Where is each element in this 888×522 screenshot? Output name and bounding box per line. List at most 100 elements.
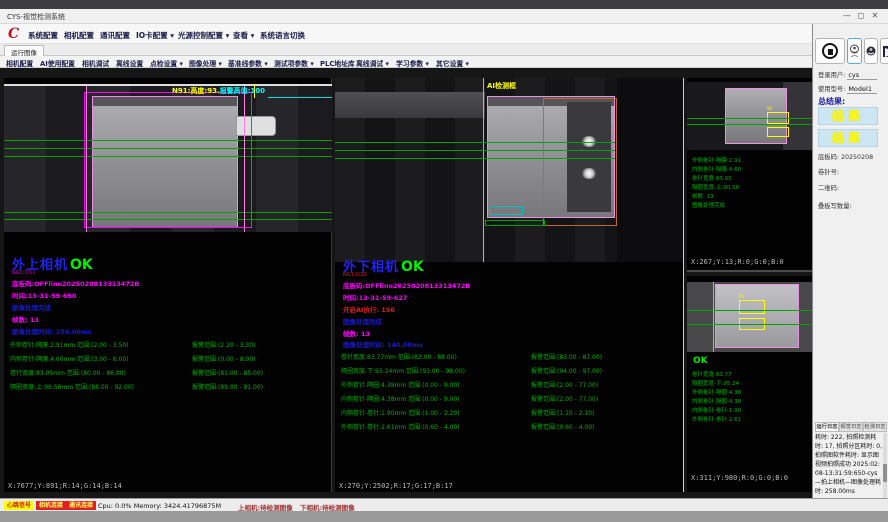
board-code-label: 底板码: — [818, 154, 839, 161]
app-window: CYS-视觉检测系统 —◻✕ C 系统配置 相机配置 通讯配置 IO卡配置 ▾ … — [0, 0, 888, 522]
toolbar-test-params[interactable]: 测试项参数 ▾ — [274, 58, 314, 68]
log-tab-detect[interactable]: 检测日志 — [863, 422, 887, 432]
user-dark-button[interactable] — [864, 38, 878, 64]
measurement-alarm: 报警范围:(0.60 - 4.00) — [531, 422, 594, 431]
toolbar-spot-check[interactable]: 点检设置 ▾ — [150, 58, 183, 68]
toolbar-image-process[interactable]: 图像处理 ▾ — [189, 58, 222, 68]
menu-light-config[interactable]: 光源控制配置 ▾ — [178, 30, 229, 41]
tab-run-image[interactable]: 运行图像 — [4, 45, 44, 56]
reference-line — [4, 140, 332, 141]
frame-count-line: 帧数: 13 — [343, 328, 370, 338]
close-button[interactable]: ✕ — [868, 11, 882, 20]
result-box-lower: 结果 — [818, 129, 878, 147]
maximize-button[interactable]: ◻ — [854, 11, 868, 20]
window-top-edge — [0, 0, 888, 9]
result-line: 卷针宽度:83.05 — [692, 174, 732, 182]
exit-door-icon — [882, 45, 888, 58]
camera-image-inner-lower[interactable]: 95 — [687, 282, 812, 352]
menu-comm-config[interactable]: 通讯配置 — [100, 30, 130, 41]
board-code-line: 底板码:OFFline2025020813313472B — [343, 280, 470, 290]
pink-guide-line — [483, 78, 484, 262]
result-line: 卷针宽度:83.77 — [692, 370, 732, 378]
comm-connect-badge: 通讯连接 — [66, 501, 96, 510]
toolbar-baseline-params[interactable]: 基准线参数 ▾ — [228, 58, 268, 68]
detection-box-label: 93 — [767, 106, 772, 111]
menu-io-config[interactable]: IO卡配置 ▾ — [136, 30, 174, 41]
camera-panel-inner-lower: 95 OK 卷针宽度:83.77 隔圈宽度-下:95.24 外侧卷针-隔圈:4.… — [687, 276, 812, 492]
status-bar: 心跳信号 相机连接 通讯连接 Cpu: 0.0% Memory: 3424.41… — [0, 498, 888, 511]
measurement-value: 内侧卷针-卷针:1.90mm 范围:(1.00 - 2.20) — [341, 408, 460, 417]
log-tab-vision[interactable]: 视觉日志 — [839, 422, 863, 432]
menu-view[interactable]: 查看 ▾ — [233, 30, 254, 41]
board-code-line: 底板码:OFFline2025020813313472B — [12, 278, 139, 288]
stack-count-label: 叠板写数量: — [818, 203, 852, 210]
process-done-line: 图像处理完成 — [343, 316, 382, 326]
orange-detection-box — [543, 98, 617, 226]
measurement-value: 隔圈宽度-下:95.24mm 范围:(93.00 - 98.00) — [341, 366, 465, 375]
pause-button[interactable] — [815, 38, 845, 64]
measurement-alarm: 报警范围:(89.00 - 91.00) — [192, 382, 263, 391]
pin-number-label: 卷针号: — [818, 169, 839, 176]
toolbar-camera-debug[interactable]: 相机调试 — [82, 58, 109, 68]
log-tab-strip: 运行日志 视觉日志 检测日志 — [815, 422, 887, 432]
measurement-value: 卷针宽度:83.05mm 范围:(80.00 - 86.00) — [10, 368, 126, 377]
toolbar-plc-address[interactable]: PLC地址库 — [320, 58, 355, 68]
reference-line — [687, 324, 812, 325]
result-line: 内侧卷针-隔膜:4.60 — [692, 165, 741, 173]
total-result-label: 总结果: — [818, 96, 845, 107]
window-title: CYS-视觉检测系统 — [7, 12, 65, 22]
user-dark-icon — [866, 45, 876, 57]
camera-image-inner-upper[interactable]: 93 — [687, 82, 812, 150]
toolbar-offline-setting[interactable]: 离线设置 — [116, 58, 143, 68]
user-select-button[interactable] — [847, 38, 862, 64]
menu-language-switch[interactable]: 系统语言切换 — [260, 30, 305, 41]
reference-line — [335, 158, 615, 159]
measurement-value: 隔圈宽度-上:90.56mm 范围:(88.00 - 92.00) — [10, 382, 134, 391]
pink-guide-line — [244, 86, 245, 232]
measurement-alarm: 报警范围:(2.00 - 77.00) — [531, 394, 598, 403]
login-user-field[interactable]: cys — [847, 71, 877, 80]
pixel-coordinates-readout: X:311;Y:980;R:0;G:0;B:0 — [691, 474, 788, 482]
menu-system-config[interactable]: 系统配置 — [28, 30, 58, 41]
toolbar-camera-config[interactable]: 相机配置 — [6, 58, 33, 68]
model-row: 使用型号: Model1 — [818, 84, 877, 94]
measurement-alarm: 报警范围:(83.00 - 87.00) — [531, 352, 602, 361]
pixel-coordinates-readout: X:270;Y:2502;R:17;G:17;B:17 — [339, 482, 453, 490]
minimize-button[interactable]: — — [840, 11, 854, 20]
toolbar-offline-debug[interactable]: 离线调试 ▾ — [356, 58, 389, 68]
reference-line — [4, 219, 332, 220]
ai-exec-line: 开启AI执行: 156 — [343, 304, 395, 314]
result-line: 帧数: 13 — [692, 192, 714, 200]
menu-camera-config[interactable]: 相机配置 — [64, 30, 94, 41]
camera-image-outer-upper[interactable]: N91:高度:93.报警高值:100 — [4, 84, 332, 232]
ai-box-label: AI检测框 — [487, 81, 516, 91]
exit-button[interactable] — [880, 38, 888, 64]
log-tab-run[interactable]: 运行日志 — [815, 422, 839, 432]
model-field[interactable]: Model1 — [847, 85, 877, 94]
title-bar[interactable]: CYS-视觉检测系统 —◻✕ — [0, 9, 888, 24]
cyan-limit-line — [268, 97, 332, 98]
board-code-row: 底板码: 20250208 — [818, 152, 873, 161]
measurement-value: 外侧卷针-卷针:2.61mm 范围:(0.60 - 4.00) — [341, 422, 460, 431]
toolbar-learn-params[interactable]: 学习参数 ▾ — [396, 58, 429, 68]
pin-number-row: 卷针号: — [818, 167, 839, 176]
toolbar-ai-config[interactable]: AI使用配置 — [40, 58, 75, 68]
measurement-alarm: 报警范围:(1.10 - 2.10) — [531, 408, 594, 417]
reference-line — [687, 124, 812, 125]
toolbar-other-settings[interactable]: 其它设置 ▾ — [436, 58, 469, 68]
login-user-row: 登录用户: cys — [818, 70, 877, 80]
result-line: 外侧卷针-卷针:2.61 — [692, 415, 741, 423]
ok-status: OK — [693, 356, 708, 366]
measurement-value: 内侧卷针-隔膜:4.60mm 范围:(3.00 - 6.00) — [10, 354, 129, 363]
detection-box-label: 95 — [739, 294, 744, 299]
ng-count-line: NG1:0/11 — [12, 270, 36, 276]
toolbar: 相机配置 AI使用配置 相机调试 离线设置 点检设置 ▾ 图像处理 ▾ 基准线参… — [0, 56, 812, 68]
log-scrollbar-thumb[interactable] — [883, 464, 887, 482]
yellow-detection-box — [767, 127, 789, 137]
process-time-line: 图像处理时间: 256.00ms — [12, 326, 92, 336]
reference-line — [335, 142, 615, 143]
user-icon — [849, 44, 860, 58]
machine-rail — [335, 92, 485, 118]
camera-image-outer-lower[interactable]: AI检测框 — [335, 78, 683, 262]
measurement-alarm: 报警范围:(0.00 - 8.00) — [192, 354, 255, 363]
